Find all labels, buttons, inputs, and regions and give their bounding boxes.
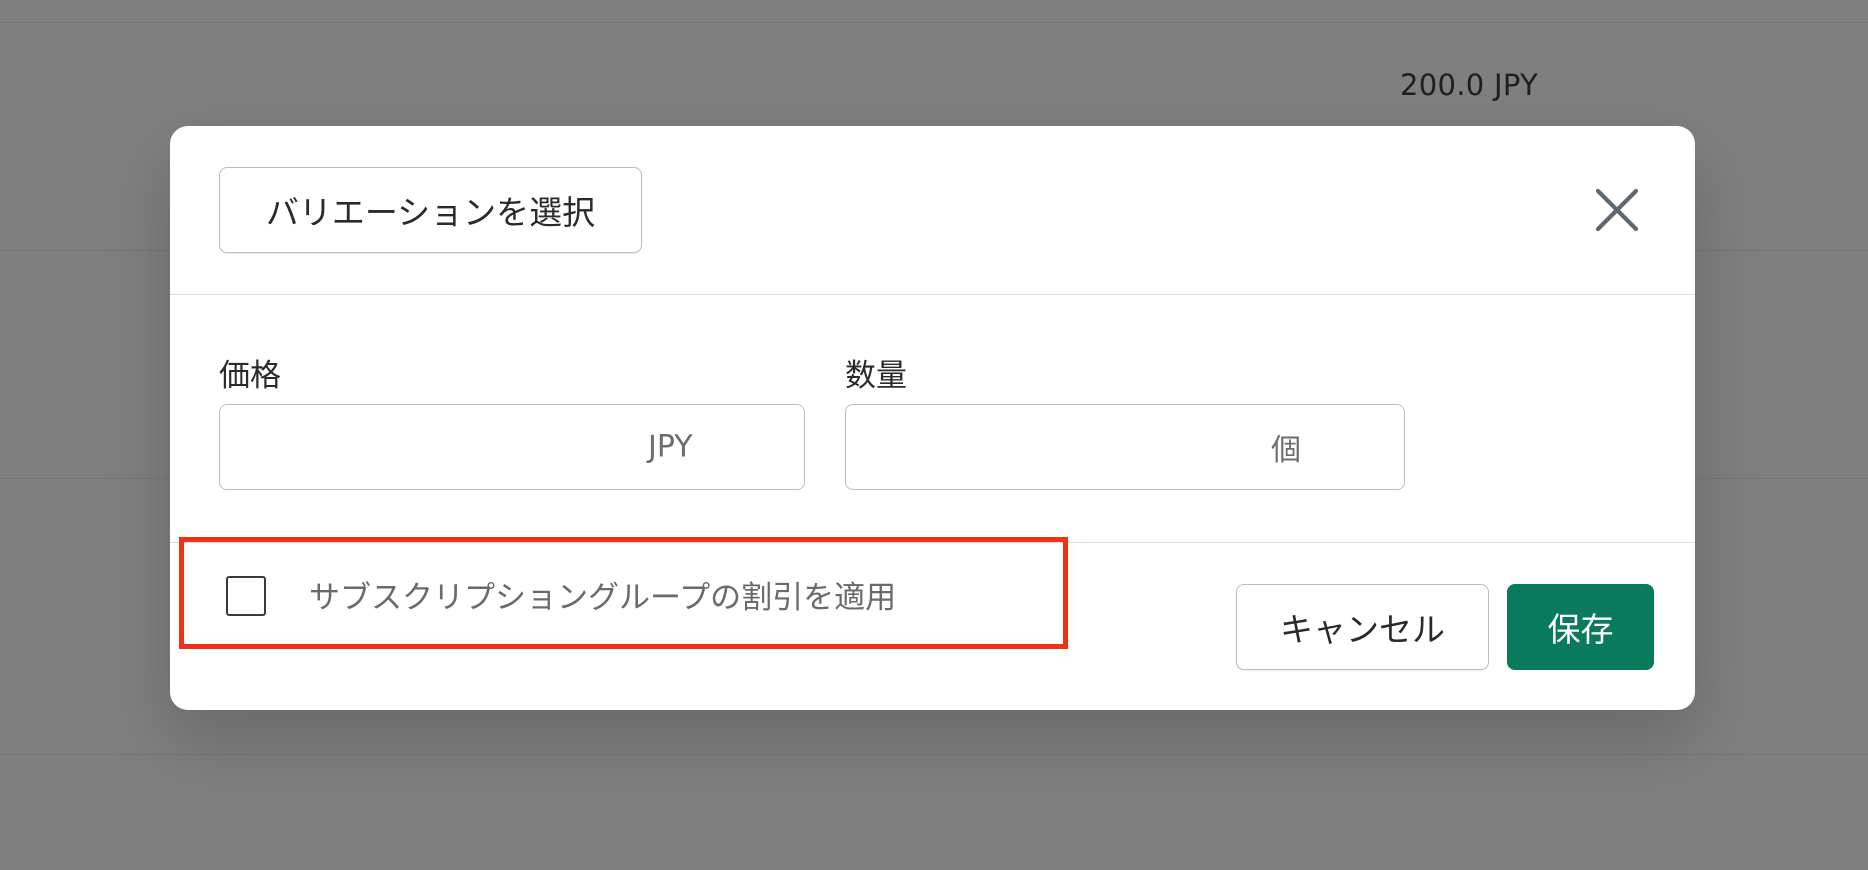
divider bbox=[0, 754, 1868, 755]
divider bbox=[0, 22, 1868, 23]
currency-suffix: JPY bbox=[648, 429, 693, 465]
price-label: 価格 bbox=[219, 358, 281, 394]
subscription-discount-label[interactable]: サブスクリプショングループの割引を適用 bbox=[309, 572, 896, 617]
save-button[interactable]: 保存 bbox=[1507, 584, 1654, 670]
background-price: 200.0 JPY bbox=[1400, 68, 1539, 102]
price-input[interactable] bbox=[236, 405, 640, 491]
modal-body: 価格 JPY 数量 個 bbox=[170, 294, 1695, 543]
close-icon[interactable] bbox=[1593, 186, 1641, 234]
quantity-field[interactable]: 個 bbox=[845, 404, 1405, 491]
cancel-button[interactable]: キャンセル bbox=[1236, 584, 1489, 670]
quantity-label: 数量 bbox=[845, 358, 907, 394]
subscription-discount-checkbox[interactable] bbox=[226, 576, 266, 616]
select-variation-button[interactable]: バリエーションを選択 bbox=[219, 167, 642, 253]
quantity-input[interactable] bbox=[862, 405, 1266, 491]
modal-header: バリエーションを選択 bbox=[170, 126, 1695, 295]
unit-suffix: 個 bbox=[1271, 433, 1301, 468]
add-variation-modal: バリエーションを選択 価格 JPY 数量 個 サブスクリプショングループの割引を… bbox=[170, 126, 1695, 710]
price-field[interactable]: JPY bbox=[219, 404, 805, 491]
